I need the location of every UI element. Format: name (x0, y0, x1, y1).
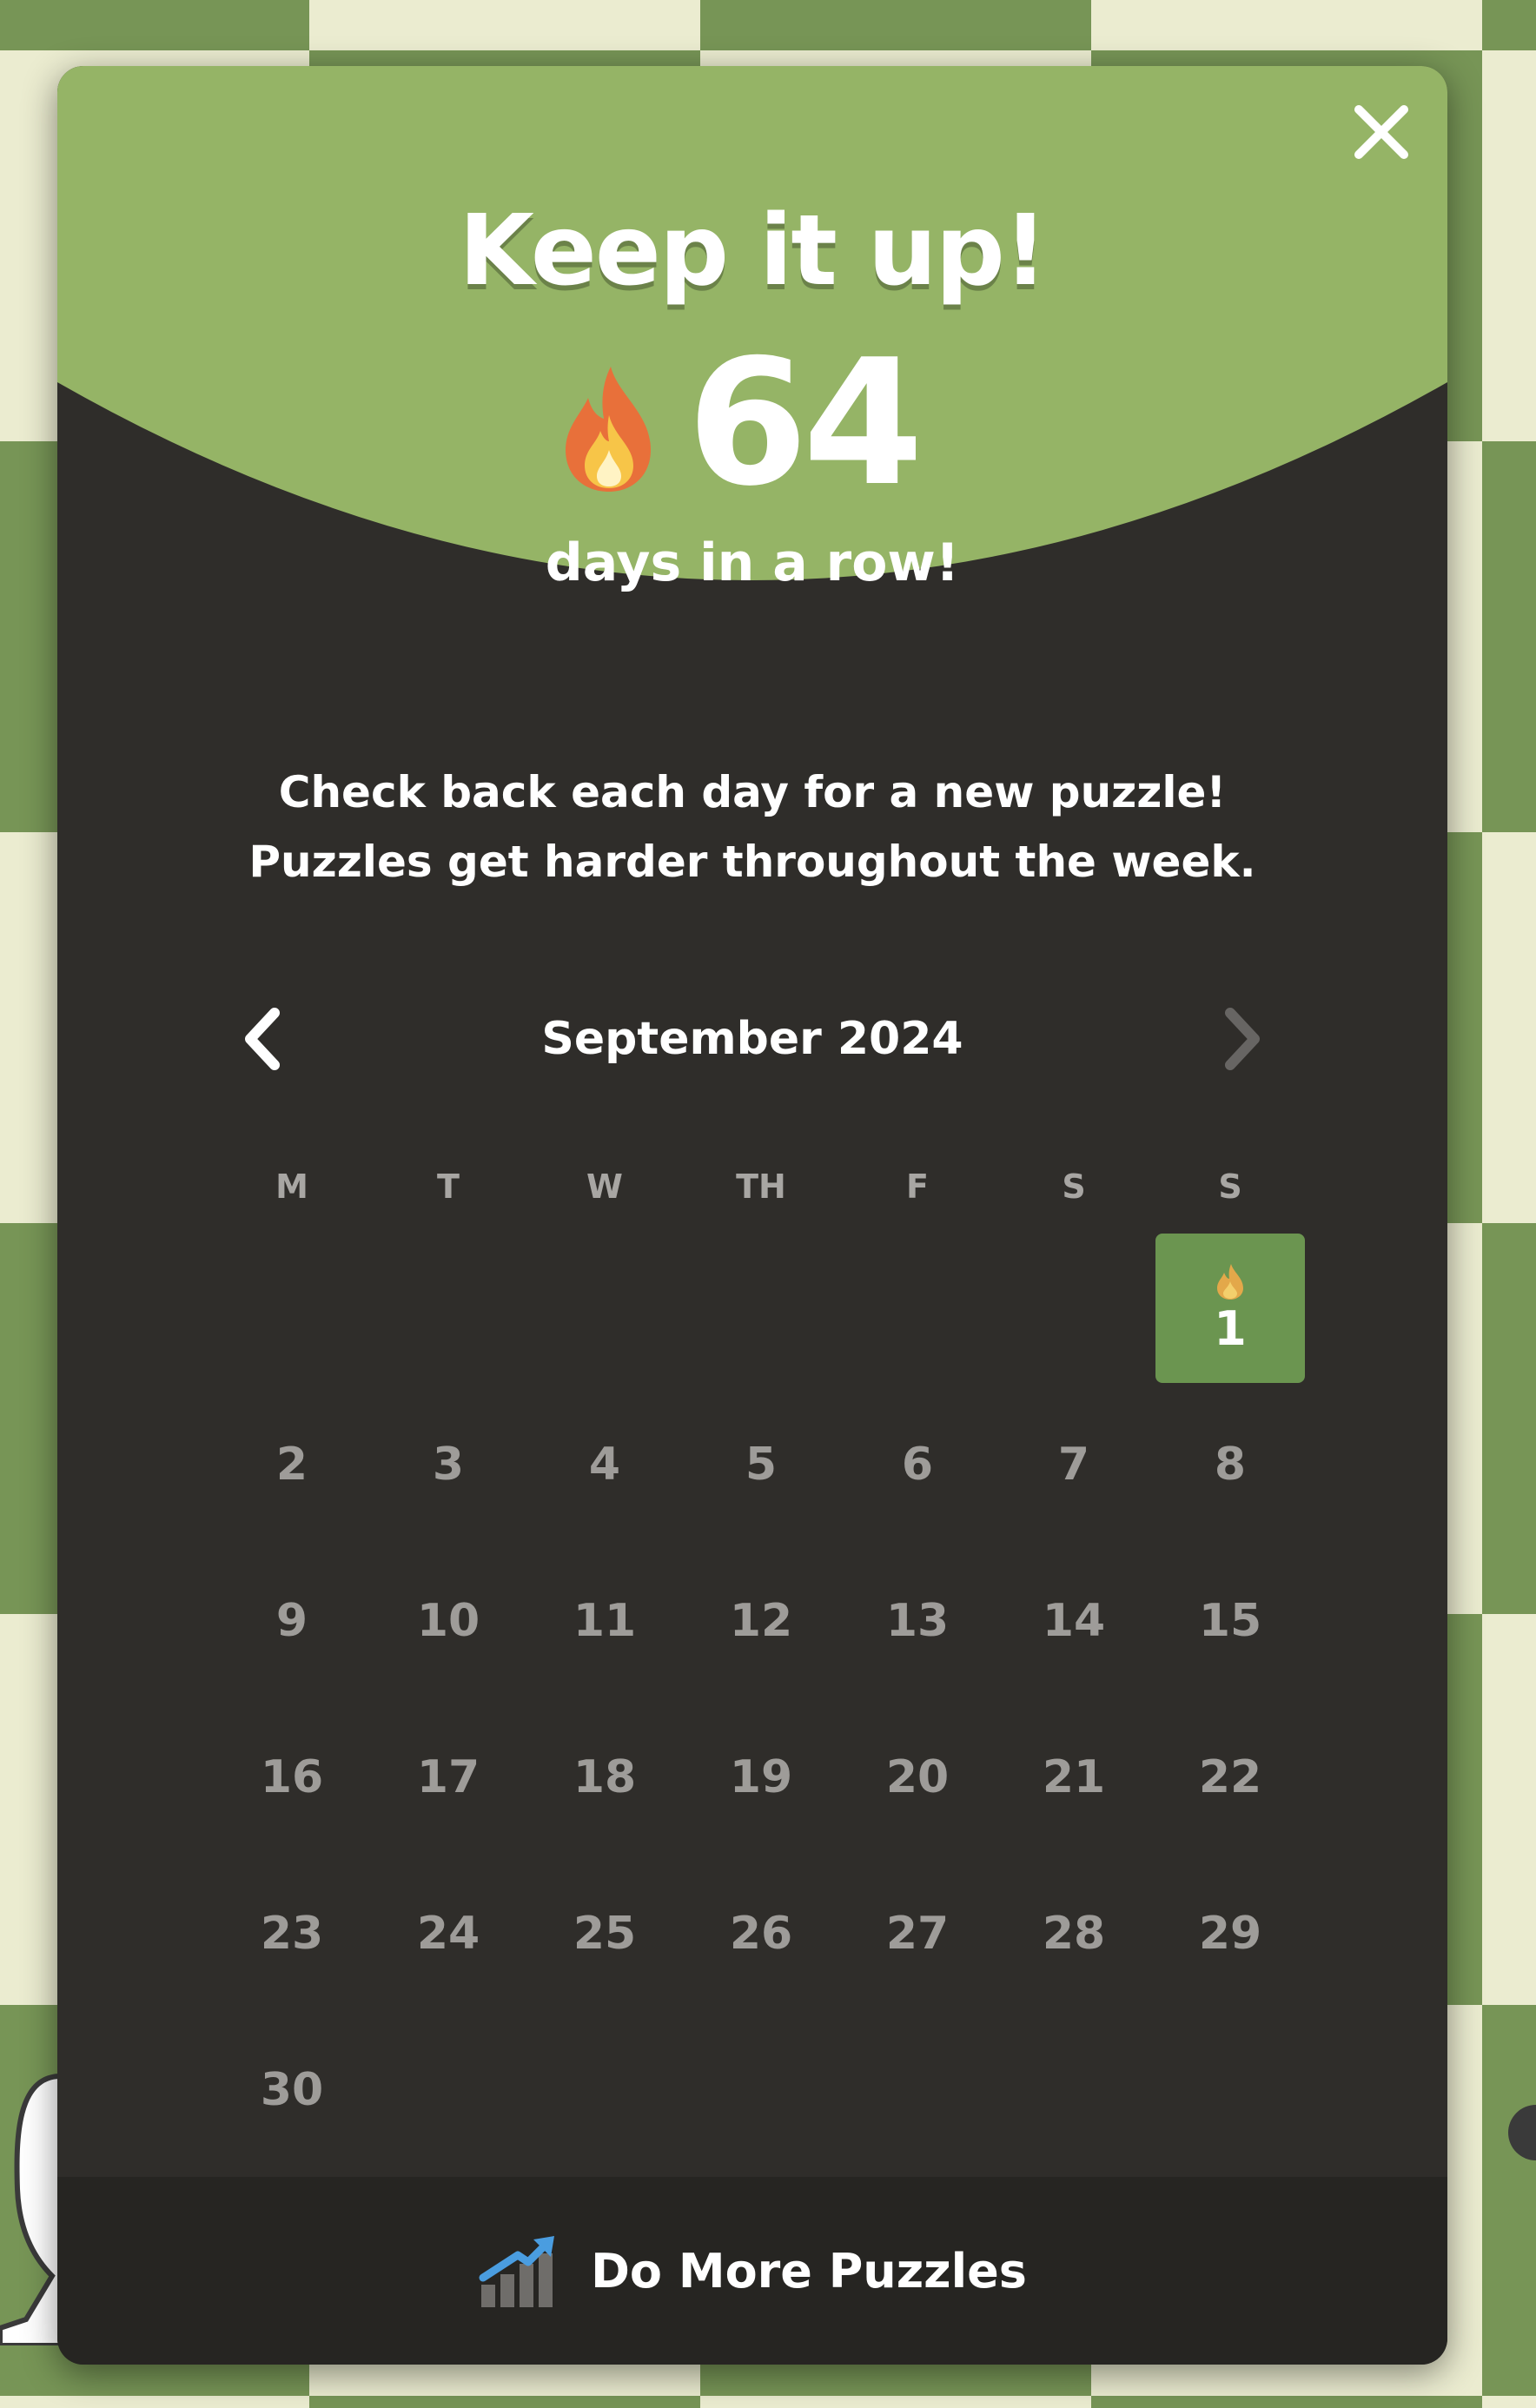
calendar-day[interactable]: 14 (996, 1543, 1152, 1699)
calendar-day[interactable]: 25 (526, 1856, 683, 2012)
calendar-day[interactable]: 11 (526, 1543, 683, 1699)
calendar-day-completed[interactable]: 1 (1152, 1230, 1308, 1386)
calendar-day[interactable]: 29 (1152, 1856, 1308, 2012)
calendar-day[interactable]: 26 (683, 1856, 839, 2012)
weekday-label: F (906, 1168, 929, 1206)
do-more-puzzles-label: Do More Puzzles (591, 2243, 1027, 2299)
calendar-day[interactable]: 10 (370, 1543, 526, 1699)
day-number: 1 (1214, 1301, 1247, 1356)
calendar-day[interactable]: 12 (683, 1543, 839, 1699)
calendar-day[interactable]: 28 (996, 1856, 1152, 2012)
flame-icon (565, 367, 651, 492)
calendar-day[interactable]: 18 (526, 1699, 683, 1856)
calendar-day[interactable]: 9 (214, 1543, 370, 1699)
piece-edge-icon (1508, 2105, 1536, 2160)
calendar-empty-cell (683, 1230, 839, 1386)
close-icon[interactable] (1350, 101, 1413, 163)
flame-icon (1217, 1264, 1243, 1300)
calendar-day[interactable]: 24 (370, 1856, 526, 2012)
calendar-day[interactable]: 8 (1152, 1386, 1308, 1543)
modal-title: Keep it up! (459, 195, 1048, 308)
completed-day-badge: 1 (1155, 1234, 1305, 1383)
calendar-day[interactable]: 21 (996, 1699, 1152, 1856)
calendar-day[interactable]: 15 (1152, 1543, 1308, 1699)
calendar-day[interactable]: 23 (214, 1856, 370, 2012)
calendar-day[interactable]: 7 (996, 1386, 1152, 1543)
calendar-day[interactable]: 30 (214, 2012, 370, 2168)
weekday-label: S (1218, 1168, 1242, 1206)
calendar-day[interactable]: 16 (214, 1699, 370, 1856)
weekday-label: S (1062, 1168, 1086, 1206)
info-message: Check back each day for a new puzzle! Pu… (57, 757, 1447, 896)
calendar-day[interactable]: 2 (214, 1386, 370, 1543)
calendar-day[interactable]: 5 (683, 1386, 839, 1543)
calendar-day[interactable]: 27 (839, 1856, 996, 2012)
chart-up-icon (479, 2236, 555, 2307)
calendar-day[interactable]: 17 (370, 1699, 526, 1856)
weekday-header: M T W TH F S S (214, 1161, 1308, 1213)
weekday-label: W (586, 1168, 623, 1206)
streak-number: 64 (686, 322, 924, 525)
calendar-day[interactable]: 13 (839, 1543, 996, 1699)
calendar-day[interactable]: 19 (683, 1699, 839, 1856)
calendar-grid: 1 2 3 4 5 6 7 8 9 10 11 12 13 14 15 16 1… (214, 1230, 1308, 2168)
calendar-empty-cell (526, 1230, 683, 1386)
calendar-day[interactable]: 6 (839, 1386, 996, 1543)
streak-modal: Keep it up! 64 days in a row! Check back… (57, 66, 1447, 2365)
streak-counter: 64 (57, 337, 1447, 511)
month-label: September 2024 (541, 1013, 963, 1065)
calendar-empty-cell (370, 1230, 526, 1386)
calendar-empty-cell (996, 1230, 1152, 1386)
chevron-left-icon[interactable] (231, 1004, 301, 1074)
weekday-label: T (437, 1168, 460, 1206)
weekday-label: TH (736, 1168, 786, 1206)
streak-label: days in a row! (545, 533, 960, 593)
month-navigation: September 2024 (231, 996, 1274, 1082)
calendar-day[interactable]: 20 (839, 1699, 996, 1856)
calendar-day[interactable]: 3 (370, 1386, 526, 1543)
message-line-1: Check back each day for a new puzzle! (278, 767, 1227, 817)
calendar-empty-cell (214, 1230, 370, 1386)
calendar-empty-cell (839, 1230, 996, 1386)
do-more-puzzles-button[interactable]: Do More Puzzles (57, 2177, 1447, 2365)
weekday-label: M (275, 1168, 308, 1206)
message-line-2: Puzzles get harder throughout the week. (248, 837, 1256, 887)
calendar-day[interactable]: 4 (526, 1386, 683, 1543)
chevron-right-icon[interactable] (1204, 1004, 1274, 1074)
calendar-day[interactable]: 22 (1152, 1699, 1308, 1856)
